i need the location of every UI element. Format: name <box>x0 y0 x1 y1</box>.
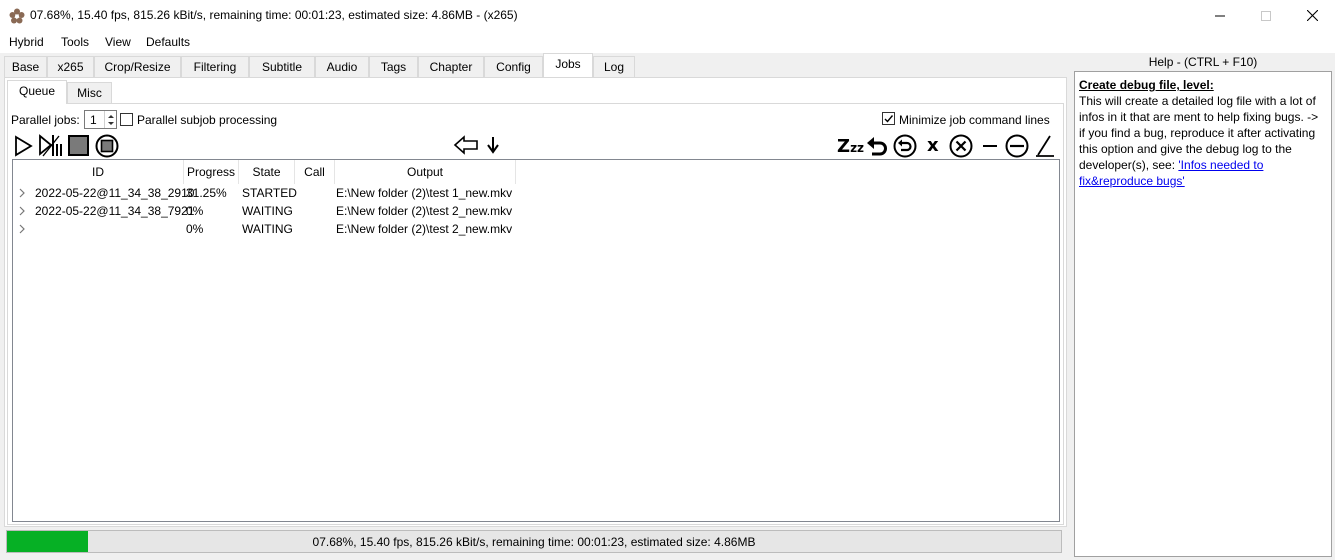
row-output: E:\New folder (2)\test 2_new.mkv <box>336 204 513 218</box>
column-header-id[interactable]: ID <box>13 160 184 184</box>
row-id: 2022-05-22@11_34_38_2910 <box>35 186 195 200</box>
spin-down-icon[interactable] <box>105 120 117 128</box>
minimize-command-lines-checkbox[interactable] <box>882 112 895 125</box>
spin-up-icon[interactable] <box>105 112 117 120</box>
checkmark-icon <box>884 115 894 123</box>
row-progress: 0% <box>186 204 204 218</box>
close-button[interactable] <box>1289 0 1335 31</box>
row-output: E:\New folder (2)\test 2_new.mkv <box>336 222 513 236</box>
column-header-call[interactable]: Call <box>295 160 335 184</box>
tab-x265[interactable]: x265 <box>47 56 94 77</box>
row-progress: 0% <box>186 222 204 236</box>
tab-tags[interactable]: Tags <box>369 56 418 77</box>
tab-config[interactable]: Config <box>484 56 543 77</box>
minimize-icon <box>1215 15 1225 16</box>
menu-defaults[interactable]: Defaults <box>146 35 190 49</box>
row-progress: 31.25% <box>186 186 227 200</box>
maximize-icon <box>1261 10 1271 21</box>
menu-hybrid[interactable]: Hybrid <box>9 35 44 49</box>
encode-progress-bar: 07.68%, 15.40 fps, 815.26 kBit/s, remain… <box>6 530 1062 553</box>
clear-icon[interactable] <box>1034 134 1056 158</box>
menu-view[interactable]: View <box>105 35 131 49</box>
row-state: WAITING <box>242 222 293 236</box>
jobs-panel: Queue Misc Parallel jobs: 1 Parallel sub… <box>4 77 1067 527</box>
jobs-table[interactable]: ID Progress State Call Output 2022-05-22… <box>12 159 1060 522</box>
arrow-left-icon[interactable] <box>453 135 479 155</box>
tab-log[interactable]: Log <box>593 56 635 77</box>
menu-bar: Hybrid Tools View Defaults <box>0 31 1335 53</box>
parallel-jobs-value: 1 <box>90 113 97 127</box>
arrow-down-icon[interactable] <box>485 135 501 155</box>
menu-tools[interactable]: Tools <box>61 35 89 49</box>
parallel-jobs-label: Parallel jobs: <box>11 113 80 127</box>
row-state: WAITING <box>242 204 293 218</box>
progress-text: 07.68%, 15.40 fps, 815.26 kBit/s, remain… <box>312 535 756 549</box>
parallel-subjob-label: Parallel subjob processing <box>137 113 278 127</box>
sleep-icon[interactable]: Zzz <box>837 136 865 157</box>
subtab-misc[interactable]: Misc <box>67 82 112 103</box>
tab-chapter[interactable]: Chapter <box>418 56 484 77</box>
stop-circle-icon[interactable] <box>94 134 120 158</box>
minus-icon[interactable] <box>981 135 999 157</box>
parallel-jobs-spinbox[interactable]: 1 <box>84 110 117 129</box>
maximize-button[interactable] <box>1243 0 1289 31</box>
play-pause-icon[interactable] <box>38 134 64 158</box>
window-title: 07.68%, 15.40 fps, 815.26 kBit/s, remain… <box>30 8 518 22</box>
tab-crop-resize[interactable]: Crop/Resize <box>94 56 181 77</box>
chevron-right-icon[interactable] <box>18 206 26 216</box>
title-bar: 07.68%, 15.40 fps, 815.26 kBit/s, remain… <box>0 0 1335 31</box>
tab-subtitle[interactable]: Subtitle <box>249 56 315 77</box>
column-header-progress[interactable]: Progress <box>184 160 239 184</box>
hybrid-app-icon <box>9 8 25 24</box>
parallel-subjob-checkbox[interactable] <box>120 113 133 126</box>
play-icon[interactable] <box>13 135 33 157</box>
chevron-right-icon[interactable] <box>18 224 26 234</box>
help-panel-title: Help - (CTRL + F10) <box>1148 55 1258 69</box>
row-id: 2022-05-22@11_34_38_7921 <box>35 204 195 218</box>
table-row[interactable]: 0% WAITING E:\New folder (2)\test 2_new.… <box>13 221 513 239</box>
tab-audio[interactable]: Audio <box>315 56 369 77</box>
help-panel: Create debug file, level: This will crea… <box>1074 71 1332 557</box>
undo-circle-icon[interactable] <box>892 134 918 158</box>
minimize-button[interactable] <box>1197 0 1243 31</box>
remove-icon[interactable]: x <box>927 135 939 156</box>
queue-panel: Parallel jobs: 1 Parallel subjob process… <box>7 103 1064 525</box>
stop-icon[interactable] <box>68 135 90 157</box>
minimize-command-lines-label: Minimize job command lines <box>899 113 1050 127</box>
minus-circle-icon[interactable] <box>1004 134 1030 158</box>
help-heading: Create debug file, level: <box>1079 78 1214 92</box>
tab-base[interactable]: Base <box>4 56 47 77</box>
undo-icon[interactable] <box>866 135 888 157</box>
row-output: E:\New folder (2)\test 1_new.mkv <box>336 186 513 200</box>
row-state: STARTED <box>242 186 297 200</box>
tab-jobs[interactable]: Jobs <box>543 53 593 77</box>
close-icon <box>1306 10 1318 21</box>
chevron-right-icon[interactable] <box>18 188 26 198</box>
subtab-queue[interactable]: Queue <box>7 80 67 104</box>
remove-circle-icon[interactable] <box>948 134 974 158</box>
tab-filtering[interactable]: Filtering <box>181 56 249 77</box>
table-row[interactable]: 2022-05-22@11_34_38_7921 0% WAITING E:\N… <box>13 203 513 221</box>
table-row[interactable]: 2022-05-22@11_34_38_2910 31.25% STARTED … <box>13 185 513 203</box>
column-header-state[interactable]: State <box>239 160 295 184</box>
column-header-output[interactable]: Output <box>335 160 516 184</box>
